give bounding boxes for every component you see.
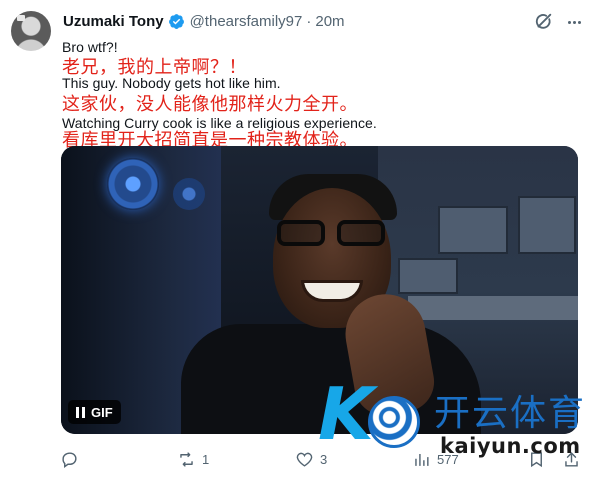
separator-dot: · (306, 12, 312, 30)
like-button[interactable]: 3 (295, 446, 327, 472)
verified-badge-icon (168, 13, 184, 29)
gif-play-badge[interactable]: GIF (68, 400, 121, 424)
like-count: 3 (320, 451, 328, 467)
translation-line-2: 这家伙，没人能像他那样火力全开。 (62, 94, 358, 115)
reply-button[interactable] (60, 446, 85, 472)
tweet-header: Uzumaki Tony @thearsfamily97 · 20m (63, 10, 345, 32)
tweet-text-line-2: This guy. Nobody gets hot like him. (62, 75, 281, 91)
author-avatar[interactable] (11, 11, 51, 51)
view-count: 577 (437, 451, 459, 467)
tweet-timestamp[interactable]: 20m (315, 13, 344, 30)
retweet-count: 1 (202, 451, 210, 467)
views-chart-icon (415, 453, 429, 466)
retweet-button[interactable]: 1 (177, 446, 209, 472)
heart-icon (296, 452, 313, 467)
bookmark-icon (531, 451, 542, 467)
retweet-icon (180, 451, 193, 467)
author-handle[interactable]: @thearsfamily97 (190, 13, 303, 30)
blue-seal-emblem (107, 158, 159, 210)
bookmark-button[interactable] (527, 446, 546, 472)
tweet-gif-media[interactable] (61, 146, 578, 434)
share-button[interactable] (562, 446, 581, 472)
tweet-action-bar: 1 3 577 (0, 446, 599, 472)
share-icon (565, 451, 578, 467)
author-name[interactable]: Uzumaki Tony (63, 13, 164, 30)
pause-icon[interactable] (76, 406, 85, 418)
views-button[interactable]: 577 (412, 446, 459, 472)
more-options-icon[interactable] (563, 12, 585, 32)
gif-label: GIF (91, 404, 113, 420)
laughing-man-figure (181, 174, 491, 434)
grok-icon[interactable] (532, 11, 554, 33)
reply-icon (62, 451, 77, 468)
